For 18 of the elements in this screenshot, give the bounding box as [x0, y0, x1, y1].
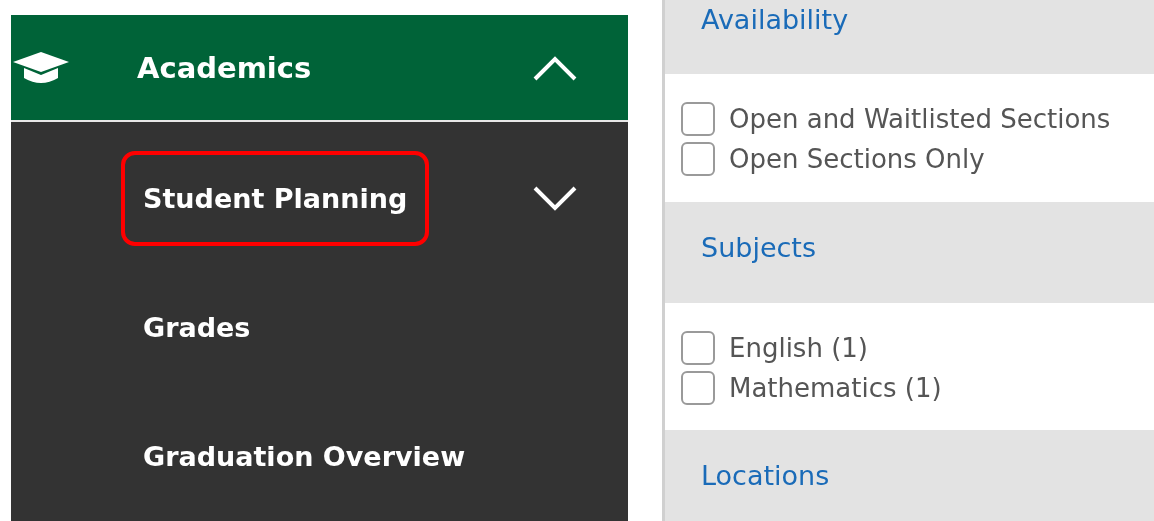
- checkbox-label: Open Sections Only: [729, 144, 985, 175]
- menu-header[interactable]: Academics: [11, 15, 628, 122]
- checkbox-label: Open and Waitlisted Sections: [729, 104, 1111, 135]
- filter-title[interactable]: Availability: [701, 4, 849, 35]
- filter-title[interactable]: Subjects: [701, 231, 816, 263]
- submenu-item[interactable]: Grades: [121, 280, 273, 375]
- checkbox[interactable]: [681, 371, 715, 406]
- submenu-item[interactable]: Student Planning: [121, 151, 430, 246]
- checkbox[interactable]: [681, 331, 715, 366]
- graduation-cap-icon: [11, 49, 71, 86]
- checkbox[interactable]: [681, 142, 715, 177]
- menu-header-label: Academics: [137, 50, 313, 85]
- chevron-down-icon[interactable]: [532, 184, 578, 213]
- checkbox-label: Mathematics (1): [729, 373, 942, 404]
- submenu-item[interactable]: Graduation Overview: [121, 409, 488, 504]
- filter-title[interactable]: Locations: [701, 460, 830, 492]
- checkbox-label: English (1): [729, 333, 868, 364]
- checkbox[interactable]: [681, 102, 715, 137]
